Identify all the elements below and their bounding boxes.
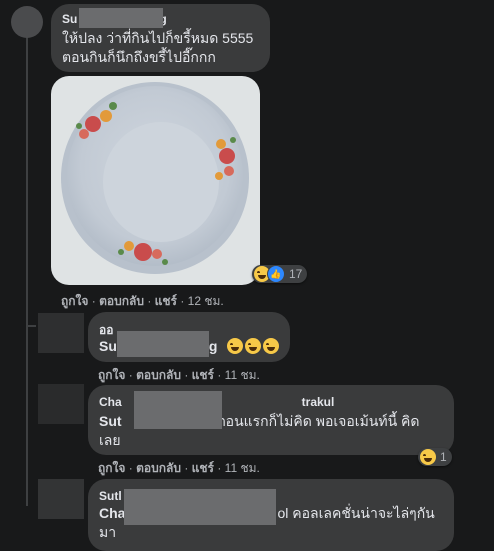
comment-actions: ถูกใจ · ตอบกลับ · แชร์ · 12 ชม. xyxy=(61,294,224,308)
comment-text-line: ให้ปลง ว่าที่กินไปก็ขรี้หมด 5555 xyxy=(62,30,254,46)
share-link[interactable]: แชร์ xyxy=(192,368,214,382)
plate-image xyxy=(61,82,249,274)
timestamp[interactable]: 11 ชม. xyxy=(225,368,260,382)
comment-text-line: ตอนกินก็นึกถึงขรี้ไปอี๊กกก xyxy=(62,49,216,65)
reaction-count: 1 xyxy=(440,450,447,464)
reply-link[interactable]: ตอบกลับ xyxy=(136,368,181,382)
redacted-name xyxy=(124,489,276,525)
comment-text-line: มา xyxy=(99,524,117,540)
like-link[interactable]: ถูกใจ xyxy=(98,368,125,382)
avatar[interactable] xyxy=(38,313,84,353)
comment-actions: ถูกใจ · ตอบกลับ · แชร์ · 11 ชม. xyxy=(98,461,260,475)
comment-text-line: เลย xyxy=(99,432,121,448)
timestamp[interactable]: 11 ชม. xyxy=(225,461,260,475)
thread-branch xyxy=(26,325,36,327)
comment-author[interactable]: Sutl xyxy=(99,489,122,503)
like-link[interactable]: ถูกใจ xyxy=(61,294,88,308)
reply-link[interactable]: ตอบกลับ xyxy=(99,294,144,308)
timestamp[interactable]: 12 ชม. xyxy=(188,294,224,308)
share-link[interactable]: แชร์ xyxy=(192,461,214,475)
redacted-name xyxy=(117,331,209,357)
like-link[interactable]: ถูกใจ xyxy=(98,461,125,475)
reaction-summary[interactable]: 👍 17 xyxy=(252,265,308,283)
laugh-emoji-icon xyxy=(227,338,280,359)
share-link[interactable]: แชร์ xyxy=(155,294,177,308)
laugh-reaction-icon xyxy=(420,449,436,465)
comment-actions: ถูกใจ · ตอบกลับ · แชร์ · 11 ชม. xyxy=(98,368,260,382)
reaction-summary[interactable]: 1 xyxy=(418,448,452,466)
avatar[interactable] xyxy=(38,384,84,424)
redacted-name xyxy=(79,8,163,28)
redacted-name xyxy=(134,391,222,429)
reply-link[interactable]: ตอบกลับ xyxy=(136,461,181,475)
like-reaction-icon: 👍 xyxy=(267,265,285,283)
attached-photo[interactable] xyxy=(51,76,260,285)
thread-line xyxy=(26,36,28,506)
avatar[interactable] xyxy=(11,6,43,38)
reaction-count: 17 xyxy=(289,267,303,281)
avatar[interactable] xyxy=(38,479,84,519)
